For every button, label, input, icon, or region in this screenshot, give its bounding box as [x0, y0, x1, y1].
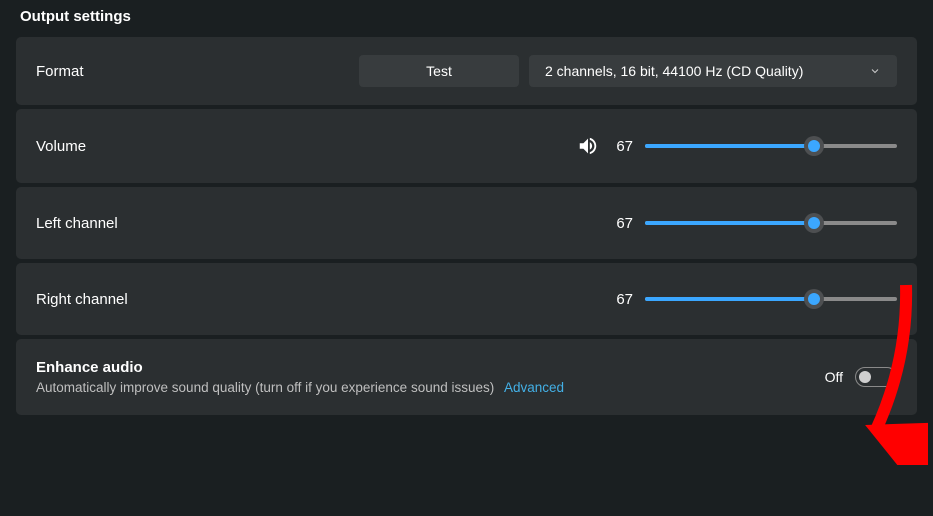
format-select-value: 2 channels, 16 bit, 44100 Hz (CD Quality…	[545, 63, 803, 79]
volume-row: Volume 67	[16, 109, 917, 183]
slider-thumb[interactable]	[804, 289, 824, 309]
slider-thumb[interactable]	[804, 136, 824, 156]
enhance-audio-title: Enhance audio	[36, 359, 564, 376]
toggle-knob	[859, 371, 871, 383]
enhance-audio-subtitle: Automatically improve sound quality (tur…	[36, 380, 564, 395]
chevron-down-icon	[869, 65, 881, 77]
slider-fill	[645, 221, 814, 225]
right-channel-row: Right channel 67	[16, 263, 917, 335]
slider-thumb[interactable]	[804, 213, 824, 233]
left-channel-value: 67	[611, 215, 633, 232]
volume-value: 67	[611, 138, 633, 155]
left-channel-row: Left channel 67	[16, 187, 917, 259]
advanced-link[interactable]: Advanced	[504, 380, 564, 395]
format-label: Format	[36, 63, 84, 80]
right-channel-label: Right channel	[36, 291, 128, 308]
left-channel-slider[interactable]	[645, 213, 897, 233]
right-channel-value: 67	[611, 291, 633, 308]
enhance-toggle[interactable]	[855, 367, 897, 387]
enhance-audio-row: Enhance audio Automatically improve soun…	[16, 339, 917, 415]
section-title: Output settings	[16, 6, 917, 37]
slider-fill	[645, 297, 814, 301]
slider-fill	[645, 144, 814, 148]
volume-label: Volume	[36, 138, 86, 155]
right-channel-slider[interactable]	[645, 289, 897, 309]
format-select[interactable]: 2 channels, 16 bit, 44100 Hz (CD Quality…	[529, 55, 897, 87]
speaker-icon[interactable]	[577, 135, 599, 157]
test-button[interactable]: Test	[359, 55, 519, 87]
volume-slider[interactable]	[645, 136, 897, 156]
format-row: Format Test 2 channels, 16 bit, 44100 Hz…	[16, 37, 917, 105]
enhance-toggle-label: Off	[825, 369, 843, 385]
left-channel-label: Left channel	[36, 215, 118, 232]
